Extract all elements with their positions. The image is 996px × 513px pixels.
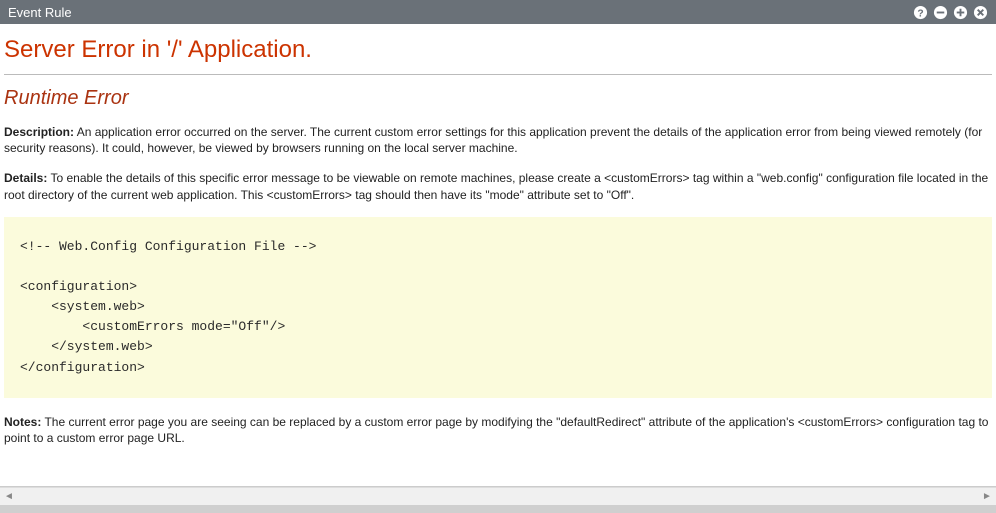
details-paragraph: Details: To enable the details of this s… <box>4 170 992 202</box>
window-titlebar: Event Rule ? <box>0 0 996 24</box>
minimize-icon[interactable] <box>932 4 948 20</box>
notes-text: The current error page you are seeing ca… <box>4 415 988 445</box>
description-paragraph: Description: An application error occurr… <box>4 124 992 156</box>
scroll-right-arrow-icon[interactable]: ► <box>978 488 996 506</box>
divider <box>4 74 992 75</box>
error-page: Server Error in '/' Application. Runtime… <box>0 24 996 464</box>
help-icon[interactable]: ? <box>912 4 928 20</box>
error-headline: Server Error in '/' Application. <box>4 36 992 64</box>
code-text: <!-- Web.Config Configuration File --> <… <box>20 237 984 378</box>
error-subheadline: Runtime Error <box>4 87 992 110</box>
add-icon[interactable] <box>952 4 968 20</box>
window-title: Event Rule <box>8 5 72 20</box>
description-text: An application error occurred on the ser… <box>4 125 982 155</box>
code-block: <!-- Web.Config Configuration File --> <… <box>4 217 992 398</box>
details-label: Details: <box>4 171 47 185</box>
svg-text:?: ? <box>917 8 923 19</box>
notes-paragraph: Notes: The current error page you are se… <box>4 414 992 446</box>
details-text: To enable the details of this specific e… <box>4 171 988 201</box>
horizontal-scrollbar[interactable]: ◄ ► <box>0 487 996 505</box>
description-label: Description: <box>4 125 74 139</box>
scroll-left-arrow-icon[interactable]: ◄ <box>0 488 18 506</box>
close-icon[interactable] <box>972 4 988 20</box>
window-controls: ? <box>912 4 988 20</box>
window-bottom-strip <box>0 505 996 513</box>
content-scroll-area[interactable]: Server Error in '/' Application. Runtime… <box>0 24 996 487</box>
notes-label: Notes: <box>4 415 41 429</box>
